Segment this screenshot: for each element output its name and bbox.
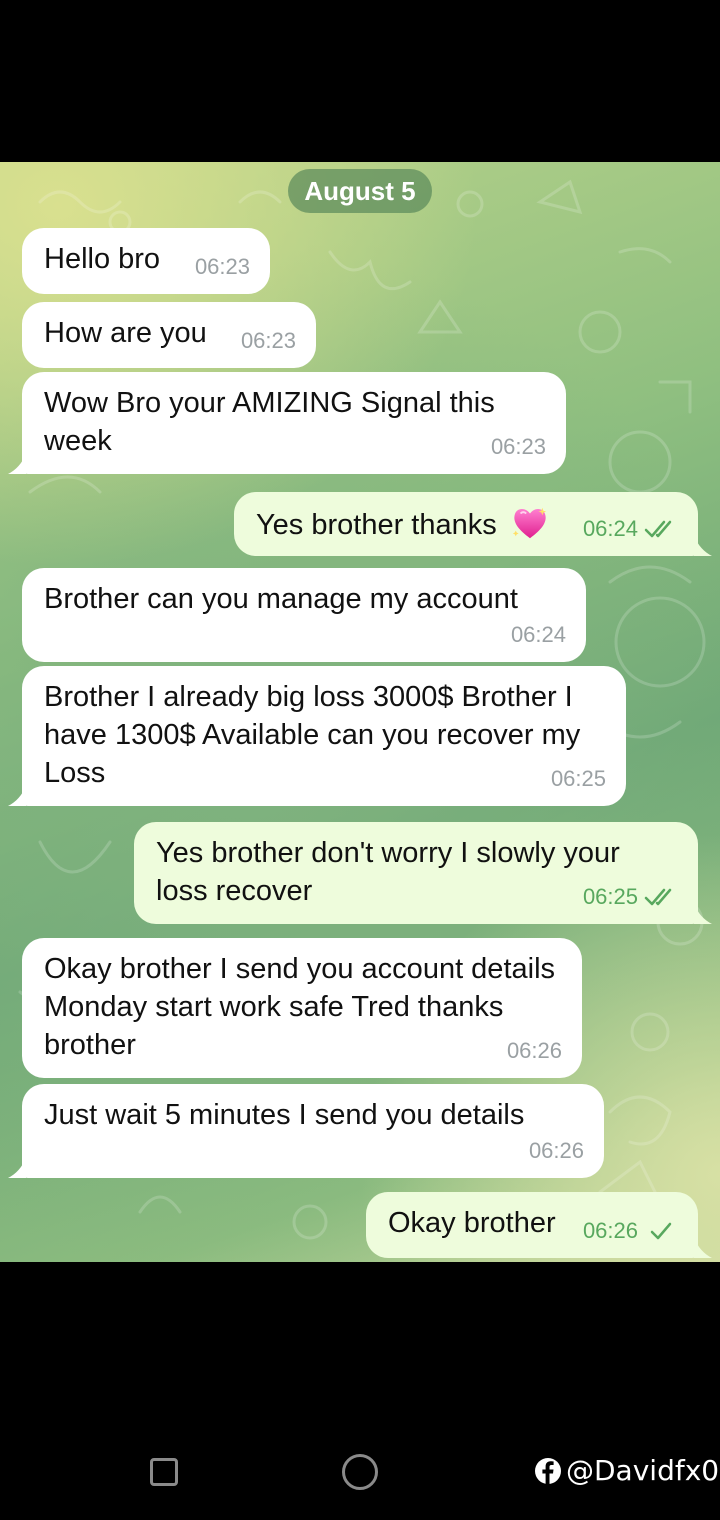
message-time: 06:26 — [528, 1138, 584, 1163]
message-time: 06:25 — [583, 878, 678, 916]
bubble-tail — [8, 454, 26, 474]
message-text: Just wait 5 minutes I send you details — [44, 1099, 525, 1131]
watermark-text: @Davidfx05 — [566, 1454, 720, 1487]
message-bubble-incoming[interactable]: Brother I already big loss 3000$ Brother… — [22, 666, 626, 806]
home-icon[interactable] — [342, 1454, 378, 1490]
chat-area[interactable]: August 5 Hello bro 06:23 How are you 06:… — [0, 162, 720, 1262]
message-bubble-incoming[interactable]: Okay brother I send you account details … — [22, 938, 582, 1078]
double-check-icon — [644, 888, 672, 906]
bubble-tail — [694, 1238, 712, 1258]
status-bar-area — [0, 0, 720, 162]
message-text: Yes brother thanks — [256, 509, 497, 541]
bubble-tail — [8, 786, 26, 806]
date-label: August 5 — [304, 175, 416, 206]
message-time: 06:23 — [240, 328, 296, 353]
sparkling-heart-emoji — [512, 507, 546, 539]
message-time: 06:25 — [550, 766, 606, 791]
message-time: 06:24 — [583, 510, 678, 548]
bubble-tail — [8, 1158, 26, 1178]
message-text: How are you — [44, 317, 207, 349]
facebook-icon — [535, 1457, 561, 1484]
message-text: Brother can you manage my account — [44, 583, 518, 615]
message-bubble-incoming[interactable]: Just wait 5 minutes I send you details 0… — [22, 1084, 604, 1178]
message-bubble-outgoing[interactable]: Yes brother thanks 06:24 — [234, 492, 698, 556]
message-time-text: 06:25 — [582, 884, 638, 909]
check-icon — [650, 1222, 672, 1240]
message-time-text: 06:24 — [582, 516, 638, 541]
recent-apps-icon[interactable] — [150, 1458, 178, 1486]
watermark: @Davidfx05 — [534, 1454, 720, 1487]
message-bubble-outgoing[interactable]: Yes brother don't worry I slowly your lo… — [134, 822, 698, 924]
message-time: 06:26 — [583, 1212, 678, 1250]
message-text: Okay brother — [388, 1207, 556, 1239]
message-time: 06:26 — [506, 1038, 562, 1063]
double-check-icon — [644, 520, 672, 538]
message-bubble-incoming[interactable]: Brother can you manage my account 06:24 — [22, 568, 586, 662]
message-text: Hello bro — [44, 243, 161, 275]
message-bubble-outgoing[interactable]: Okay brother 06:26 — [366, 1192, 698, 1258]
message-time-text: 06:26 — [582, 1218, 638, 1243]
message-text: Wow Bro your AMIZING Signal this week — [44, 387, 495, 457]
message-bubble-incoming[interactable]: How are you 06:23 — [22, 302, 316, 368]
date-separator: August 5 — [288, 169, 432, 213]
message-text: Brother I already big loss 3000$ Brother… — [44, 681, 581, 789]
bubble-tail — [694, 904, 712, 924]
message-bubble-incoming[interactable]: Hello bro 06:23 — [22, 228, 270, 294]
bubble-tail — [694, 536, 712, 556]
message-time: 06:23 — [194, 254, 250, 279]
message-time: 06:24 — [510, 622, 566, 647]
message-bubble-incoming[interactable]: Wow Bro your AMIZING Signal this week 06… — [22, 372, 566, 474]
navigation-bar: @Davidfx05 — [0, 1262, 720, 1520]
message-time: 06:23 — [490, 434, 546, 459]
message-text: Okay brother I send you account details … — [44, 953, 556, 1061]
